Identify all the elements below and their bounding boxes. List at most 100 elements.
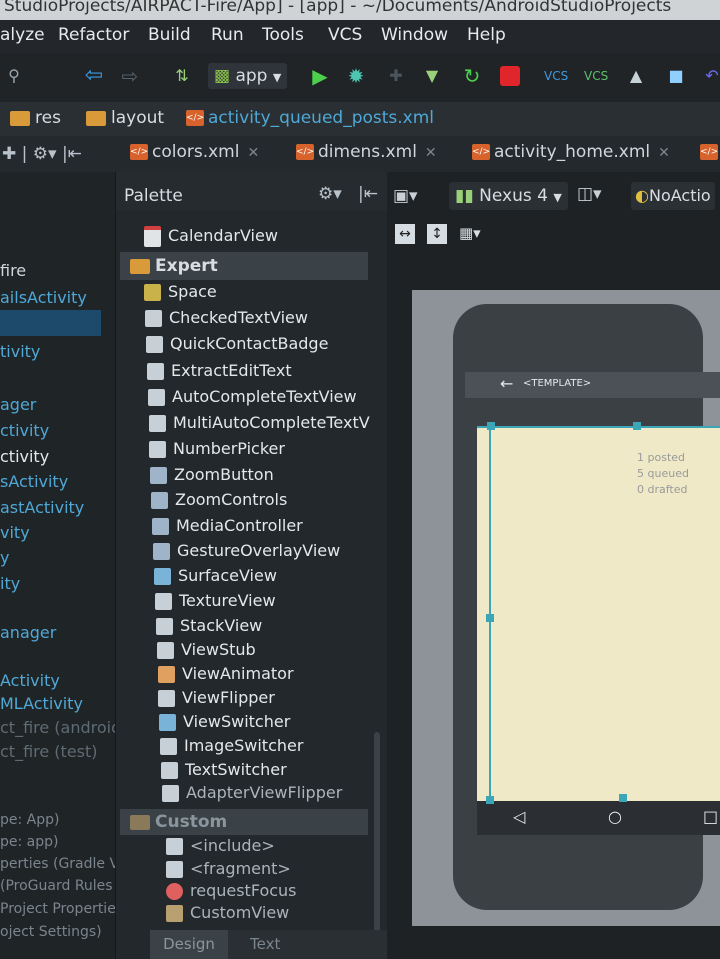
fit-width-icon[interactable]: ↔ xyxy=(395,224,415,244)
design-mode-icon[interactable]: ▣▾ xyxy=(393,186,418,206)
run-icon[interactable]: ▶ xyxy=(308,64,332,88)
palette-item-customview[interactable]: CustomView xyxy=(166,903,289,922)
palette-item-texture-view[interactable]: TextureView xyxy=(155,591,276,610)
rerun-icon[interactable]: ↻ xyxy=(460,64,484,88)
palette-item-gesture-overlay[interactable]: GestureOverlayView xyxy=(153,541,340,560)
selection-handle[interactable] xyxy=(619,794,627,802)
orientation-icon[interactable]: ◫▾ xyxy=(577,184,602,204)
debug-icon[interactable]: ✹ xyxy=(344,64,368,88)
project-item[interactable]: y xyxy=(0,548,9,567)
project-item[interactable]: ctivity xyxy=(0,421,49,440)
back-arrow-icon[interactable]: ⇦ xyxy=(82,64,106,88)
palette-item-space[interactable]: Space xyxy=(144,282,217,301)
palette-item-adapter-view-flipper[interactable]: AdapterViewFlipper xyxy=(162,783,342,802)
project-item[interactable]: tivity xyxy=(0,342,40,361)
search-icon[interactable]: ⚲ xyxy=(2,64,26,88)
device-dropdown[interactable]: ▮▮ Nexus 4 ▼ xyxy=(449,182,568,210)
attach-debugger-icon[interactable]: ✚ xyxy=(384,64,408,88)
palette-item-calendarview[interactable]: CalendarView xyxy=(144,226,278,247)
device-screen[interactable]: 1 posted 5 queued 0 drafted xyxy=(477,426,720,801)
tab-dimens[interactable]: </> dimens.xml ✕ xyxy=(296,142,437,162)
project-item[interactable]: Activity xyxy=(0,671,60,690)
palette-section-custom[interactable]: Custom xyxy=(120,809,368,835)
palette-item-image-switcher[interactable]: ImageSwitcher xyxy=(160,736,303,755)
stop-icon[interactable] xyxy=(500,66,520,86)
selection-handle[interactable] xyxy=(486,796,494,804)
palette-item-checked-text[interactable]: CheckedTextView xyxy=(145,308,308,327)
sdk-manager-icon[interactable]: ▲ xyxy=(624,64,648,88)
project-item[interactable]: MLActivity xyxy=(0,694,83,713)
breadcrumb-layout[interactable]: layout xyxy=(86,108,164,128)
project-item[interactable]: perties (Gradle V xyxy=(0,856,115,872)
project-item[interactable]: ailsActivity xyxy=(0,288,87,307)
breadcrumb-file[interactable]: </> activity_queued_posts.xml xyxy=(186,108,434,128)
back-arrow-icon[interactable]: ← xyxy=(500,374,513,393)
palette-item-text-switcher[interactable]: TextSwitcher xyxy=(161,760,287,779)
project-item[interactable]: astActivity xyxy=(0,498,84,517)
palette-item-view-switcher[interactable]: ViewSwitcher xyxy=(159,712,290,731)
palette-item-zoom-button[interactable]: ZoomButton xyxy=(150,465,274,484)
make-project-icon[interactable]: ⇅ xyxy=(170,64,194,88)
tab-activity-home[interactable]: </> activity_home.xml ✕ xyxy=(472,142,670,162)
project-item[interactable]: vity xyxy=(0,523,30,542)
tab-overflow[interactable]: </> xyxy=(700,142,720,162)
close-icon[interactable]: ✕ xyxy=(425,145,437,161)
project-item[interactable]: ct_fire (android xyxy=(0,718,115,737)
selection-handle[interactable] xyxy=(633,422,641,430)
project-item[interactable]: pe: app) xyxy=(0,834,58,850)
menu-help[interactable]: Help xyxy=(467,25,506,45)
tab-text[interactable]: Text xyxy=(250,930,280,959)
tab-colors[interactable]: </> colors.xml ✕ xyxy=(130,142,259,162)
palette-item-view-flipper[interactable]: ViewFlipper xyxy=(158,688,275,707)
palette-item-requestfocus[interactable]: requestFocus xyxy=(166,881,297,900)
palette-item-view-animator[interactable]: ViewAnimator xyxy=(158,664,294,683)
project-item[interactable]: fire xyxy=(0,261,26,280)
menu-window[interactable]: Window xyxy=(381,25,448,45)
palette-item-view-stub[interactable]: ViewStub xyxy=(157,640,256,659)
selection-handle[interactable] xyxy=(486,614,494,622)
menu-refactor[interactable]: Refactor xyxy=(58,25,129,45)
hide-panel-icon[interactable]: |⇤ xyxy=(358,184,378,204)
close-icon[interactable]: ✕ xyxy=(247,145,259,161)
menu-vcs[interactable]: VCS xyxy=(328,25,362,45)
forward-arrow-icon[interactable]: ⇨ xyxy=(118,64,142,88)
menu-tools[interactable]: Tools xyxy=(262,25,304,45)
selection-handle[interactable] xyxy=(487,422,495,430)
project-item[interactable]: Project Propertie xyxy=(0,901,115,917)
run-config-dropdown[interactable]: ▩ app ▼ xyxy=(208,63,288,89)
menu-build[interactable]: Build xyxy=(148,25,191,45)
palette-item-fragment[interactable]: <fragment> xyxy=(166,859,291,878)
tab-design[interactable]: Design xyxy=(150,930,228,959)
gear-icon[interactable]: ⚙▾ xyxy=(318,184,342,204)
menu-run[interactable]: Run xyxy=(211,25,244,45)
menu-analyze[interactable]: alyze xyxy=(0,25,45,45)
palette-item-stack-view[interactable]: StackView xyxy=(156,616,262,635)
project-item[interactable]: pe: App) xyxy=(0,812,59,828)
theme-dropdown[interactable]: ◐NoActio xyxy=(631,182,715,210)
apply-changes-icon[interactable]: ▼ xyxy=(420,64,444,88)
palette-item-autocomplete[interactable]: AutoCompleteTextView xyxy=(148,387,357,406)
project-item[interactable]: ct_fire (test) xyxy=(0,742,98,761)
palette-section-expert[interactable]: Expert xyxy=(120,252,368,280)
undo-icon[interactable]: ↶ xyxy=(700,64,720,88)
palette-item-media-controller[interactable]: MediaController xyxy=(152,516,303,535)
project-item[interactable]: ager xyxy=(0,395,36,414)
fit-height-icon[interactable]: ↕ xyxy=(427,224,447,244)
vcs-update-icon[interactable]: VCS xyxy=(544,64,568,88)
palette-item-number-picker[interactable]: NumberPicker xyxy=(149,439,285,458)
palette-item-include[interactable]: <include> xyxy=(166,836,275,855)
app-bar[interactable]: ← <TEMPLATE> xyxy=(465,372,720,398)
palette-item-extract-edit[interactable]: ExtractEditText xyxy=(147,361,292,380)
zoom-fit-icon[interactable]: ▦▾ xyxy=(459,224,481,242)
nav-recent-icon[interactable]: □ xyxy=(703,807,718,826)
palette-item-zoom-controls[interactable]: ZoomControls xyxy=(151,490,287,509)
settings-gear-icon[interactable]: ✚ | ⚙▾ |⇤ xyxy=(2,144,82,164)
project-item[interactable]: sActivity xyxy=(0,472,68,491)
project-item[interactable]: oject Settings) xyxy=(0,924,102,940)
vcs-commit-icon[interactable]: VCS xyxy=(584,64,608,88)
nav-back-icon[interactable]: ◁ xyxy=(513,807,525,826)
palette-scrollbar[interactable] xyxy=(374,732,380,932)
avd-manager-icon[interactable]: ■ xyxy=(664,64,688,88)
close-icon[interactable]: ✕ xyxy=(658,145,670,161)
breadcrumb-res[interactable]: res xyxy=(10,108,61,128)
